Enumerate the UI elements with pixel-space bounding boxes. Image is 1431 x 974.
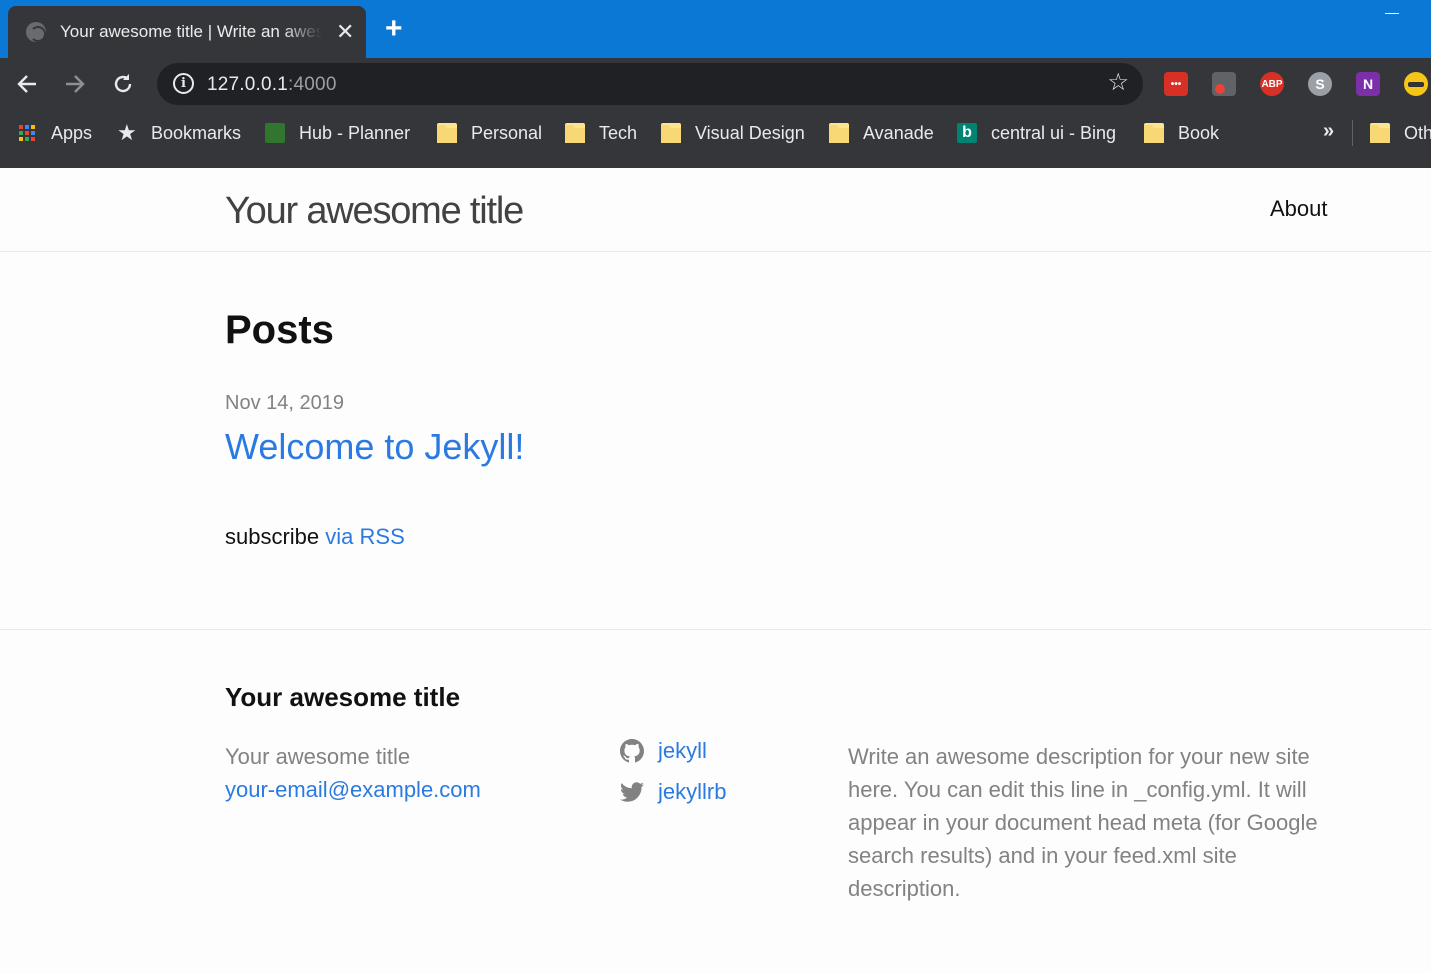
new-tab-button[interactable]: + [385,14,403,44]
bookmark-avanade[interactable]: Avanade [829,120,934,146]
bookmark-label: Oth [1404,122,1431,143]
bookmark-tech[interactable]: Tech [565,120,637,146]
page-viewport: Your awesome title About Posts Nov 14, 2… [0,168,1431,974]
github-link[interactable]: jekyll [658,738,707,764]
footer-heading: Your awesome title [225,682,461,712]
bing-icon: b [957,123,977,143]
post-title-link[interactable]: Welcome to Jekyll! [225,426,524,468]
bookmarks-divider [1352,120,1353,146]
forward-button[interactable] [61,70,89,98]
posts-heading: Posts [225,308,334,352]
subscribe-line: subscribe via RSS [225,524,405,550]
bookmark-label: Apps [51,122,93,143]
lastpass-extension-icon[interactable]: ••• [1164,72,1188,96]
github-icon [620,739,644,763]
social-twitter: jekyllrb [620,779,726,805]
office-extension-icon[interactable] [1212,72,1236,96]
site-footer: Your awesome title Your awesome title yo… [0,629,1431,974]
site-info-icon[interactable]: i [173,73,194,94]
tab-strip: Your awesome title | Write an awesome de… [0,0,1431,58]
folder-icon [437,123,457,143]
site-title-link[interactable]: Your awesome title [225,190,524,233]
folder-icon [1144,123,1164,143]
social-github: jekyll [620,738,707,764]
url-host: 127.0.0.1 [207,74,289,95]
bookmarks-overflow-chevron-icon[interactable]: » [1323,120,1334,143]
star-icon: ★ [117,120,137,145]
apps-grid-icon [17,123,37,143]
twitter-link[interactable]: jekyllrb [658,779,726,805]
bookmark-bookmarks[interactable]: ★ Bookmarks [117,120,241,146]
glasses-extension-icon[interactable] [1404,72,1428,96]
bookmark-star-icon[interactable]: ☆ [1107,71,1129,95]
bookmark-label: Avanade [863,122,934,143]
bookmark-label: central ui - Bing [991,122,1117,143]
bookmark-label: Tech [599,122,638,143]
site-description: Write an awesome description for your ne… [848,744,1318,901]
tab-title: Your awesome title | Write an awesome de… [60,22,322,41]
bookmark-label: Visual Design [695,122,805,143]
post-date: Nov 14, 2019 [225,392,344,414]
reload-icon [114,74,132,93]
bookmarks-bar: Apps ★ Bookmarks Hub - Planner Personal … [0,110,1431,160]
nav-link-about[interactable]: About [1270,196,1328,222]
minimize-icon[interactable] [1385,13,1399,14]
bookmark-label: Book [1178,122,1220,143]
bookmark-hub-planner[interactable]: Hub - Planner [265,120,410,146]
folder-icon [661,123,681,143]
bookmark-label: Bookmarks [151,122,242,143]
back-arrow-icon [17,75,36,93]
rss-link[interactable]: via RSS [325,524,404,549]
bookmark-book[interactable]: Book [1144,120,1219,146]
bookmark-label: Personal [471,122,543,143]
bookmark-central-ui-bing[interactable]: b central ui - Bing [957,120,1116,146]
globe-icon [26,22,46,42]
bookmark-apps[interactable]: Apps [17,120,92,146]
bookmark-visual-design[interactable]: Visual Design [661,120,805,146]
folder-icon [1370,123,1390,143]
forward-arrow-icon [66,75,85,93]
close-tab-icon[interactable]: ✕ [336,21,354,43]
onenote-extension-icon[interactable]: N [1356,72,1380,96]
address-bar[interactable]: i 127.0.0.1:4000 ☆ [157,63,1143,105]
adblock-plus-extension-icon[interactable]: ABP [1260,72,1284,96]
footer-name: Your awesome title [225,744,411,769]
back-button[interactable] [13,70,41,98]
skype-extension-icon[interactable]: S [1308,72,1332,96]
folder-icon [565,123,585,143]
browser-toolbar: i 127.0.0.1:4000 ☆ ••• ABP S N [0,58,1431,110]
footer-contact: Your awesome title your-email@example.co… [225,740,481,806]
reload-button[interactable] [109,70,137,98]
chrome-bottom-edge [0,160,1431,168]
folder-icon [829,123,849,143]
url-text: 127.0.0.1:4000 [207,74,337,96]
url-port: :4000 [288,74,337,95]
twitter-icon [620,782,644,802]
bookmark-other[interactable]: Oth [1370,120,1431,146]
site-header: Your awesome title About [0,168,1431,252]
bookmark-personal[interactable]: Personal [437,120,542,146]
bookmark-label: Hub - Planner [299,122,411,143]
footer-email-link[interactable]: your-email@example.com [225,777,481,802]
browser-tab[interactable]: Your awesome title | Write an awesome de… [8,6,366,58]
planner-icon [265,123,285,143]
subscribe-text: subscribe [225,524,320,549]
